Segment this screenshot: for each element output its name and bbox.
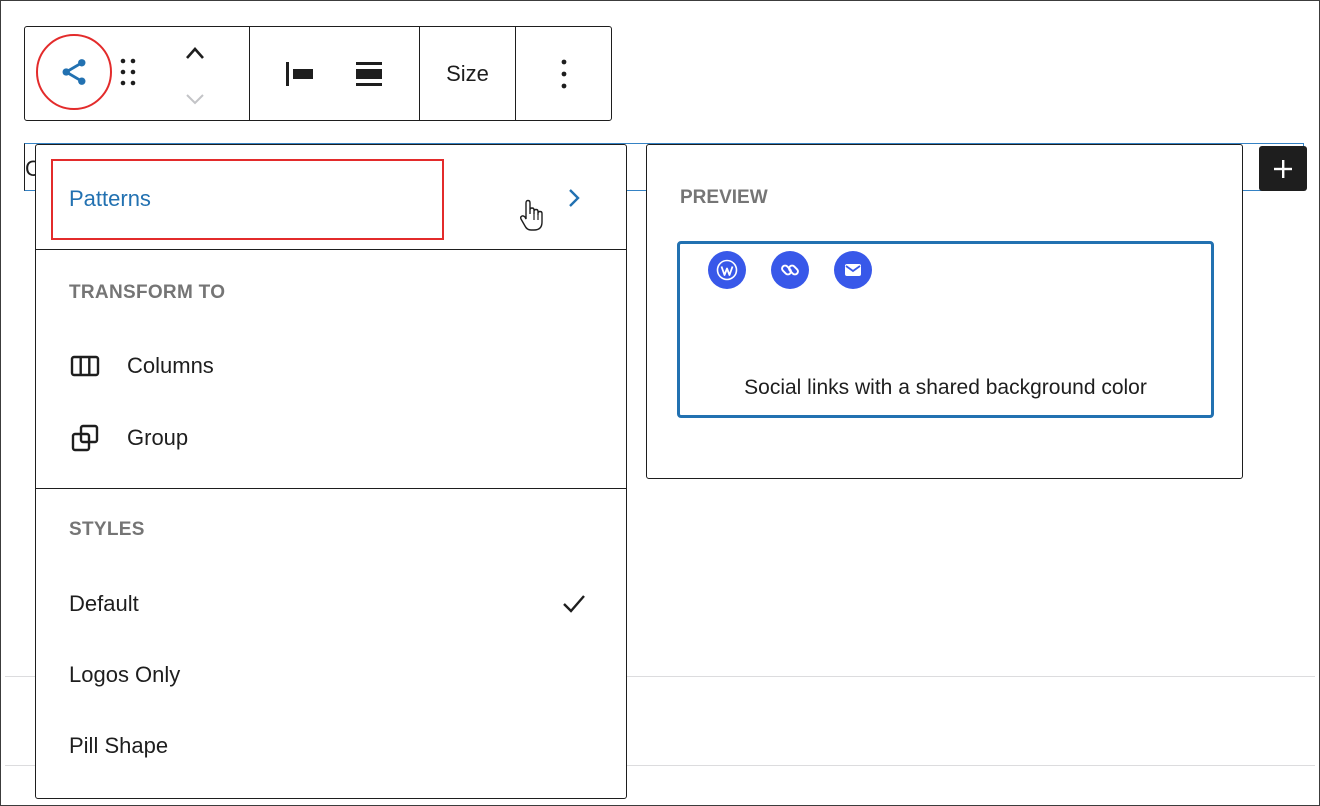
- drag-handle-button[interactable]: [118, 55, 140, 89]
- mail-icon: [834, 251, 872, 289]
- checkmark-icon: [563, 595, 585, 613]
- more-vertical-icon: [561, 59, 566, 88]
- options-button[interactable]: [559, 57, 569, 91]
- wordpress-icon: [708, 251, 746, 289]
- link-icon: [771, 251, 809, 289]
- style-item-label: Default: [69, 591, 139, 616]
- block-type-button[interactable]: [36, 34, 112, 110]
- block-mover: [173, 45, 217, 107]
- style-logos-only-item[interactable]: Logos Only: [36, 643, 626, 707]
- block-inserter-button[interactable]: [1259, 146, 1307, 191]
- move-up-button[interactable]: [183, 45, 207, 61]
- patterns-menu-item[interactable]: Patterns: [36, 145, 626, 250]
- share-icon: [62, 59, 86, 85]
- styles-heading: STYLES: [69, 519, 145, 540]
- size-button[interactable]: Size: [446, 61, 489, 87]
- style-default-item[interactable]: Default: [36, 572, 626, 636]
- justify-center-button[interactable]: [352, 59, 386, 89]
- preview-caption: Social links with a shared background co…: [744, 376, 1147, 399]
- style-item-label: Pill Shape: [69, 733, 169, 758]
- justify-left-icon: [286, 61, 314, 86]
- size-group: Size: [420, 27, 516, 120]
- chevron-right-icon: [569, 189, 580, 207]
- options-group: [516, 27, 611, 120]
- plus-icon: [1274, 159, 1292, 178]
- menu-separator: [36, 488, 626, 489]
- transform-heading: TRANSFORM TO: [69, 282, 226, 303]
- preview-panel: PREVIEW Social links with a shared backg…: [646, 144, 1243, 479]
- drag-handle-icon: [120, 58, 136, 86]
- justify-center-icon: [355, 61, 382, 86]
- menu-separator: [36, 249, 626, 250]
- block-switcher-menu: Patterns TRANSFORM TO Columns Group STYL…: [35, 144, 627, 799]
- transform-item-label: Columns: [127, 353, 214, 378]
- group-icon: [70, 423, 100, 453]
- preview-heading: PREVIEW: [680, 187, 768, 208]
- chevron-up-icon: [186, 47, 204, 59]
- chevron-down-icon: [186, 94, 204, 105]
- transform-columns-item[interactable]: Columns: [36, 334, 626, 398]
- justification-group: [250, 27, 420, 120]
- transform-item-label: Group: [127, 425, 189, 450]
- justify-left-button[interactable]: [283, 60, 317, 88]
- block-toolbar: Size: [24, 26, 612, 121]
- hand-pointer-icon: [519, 199, 543, 231]
- patterns-label: Patterns: [69, 186, 151, 211]
- columns-icon: [70, 351, 100, 381]
- preview-card: Social links with a shared background co…: [677, 241, 1214, 418]
- block-tools-group: [25, 27, 250, 120]
- style-pill-shape-item[interactable]: Pill Shape: [36, 714, 626, 778]
- transform-group-item[interactable]: Group: [36, 406, 626, 470]
- move-down-button[interactable]: [183, 91, 207, 107]
- style-item-label: Logos Only: [69, 662, 181, 687]
